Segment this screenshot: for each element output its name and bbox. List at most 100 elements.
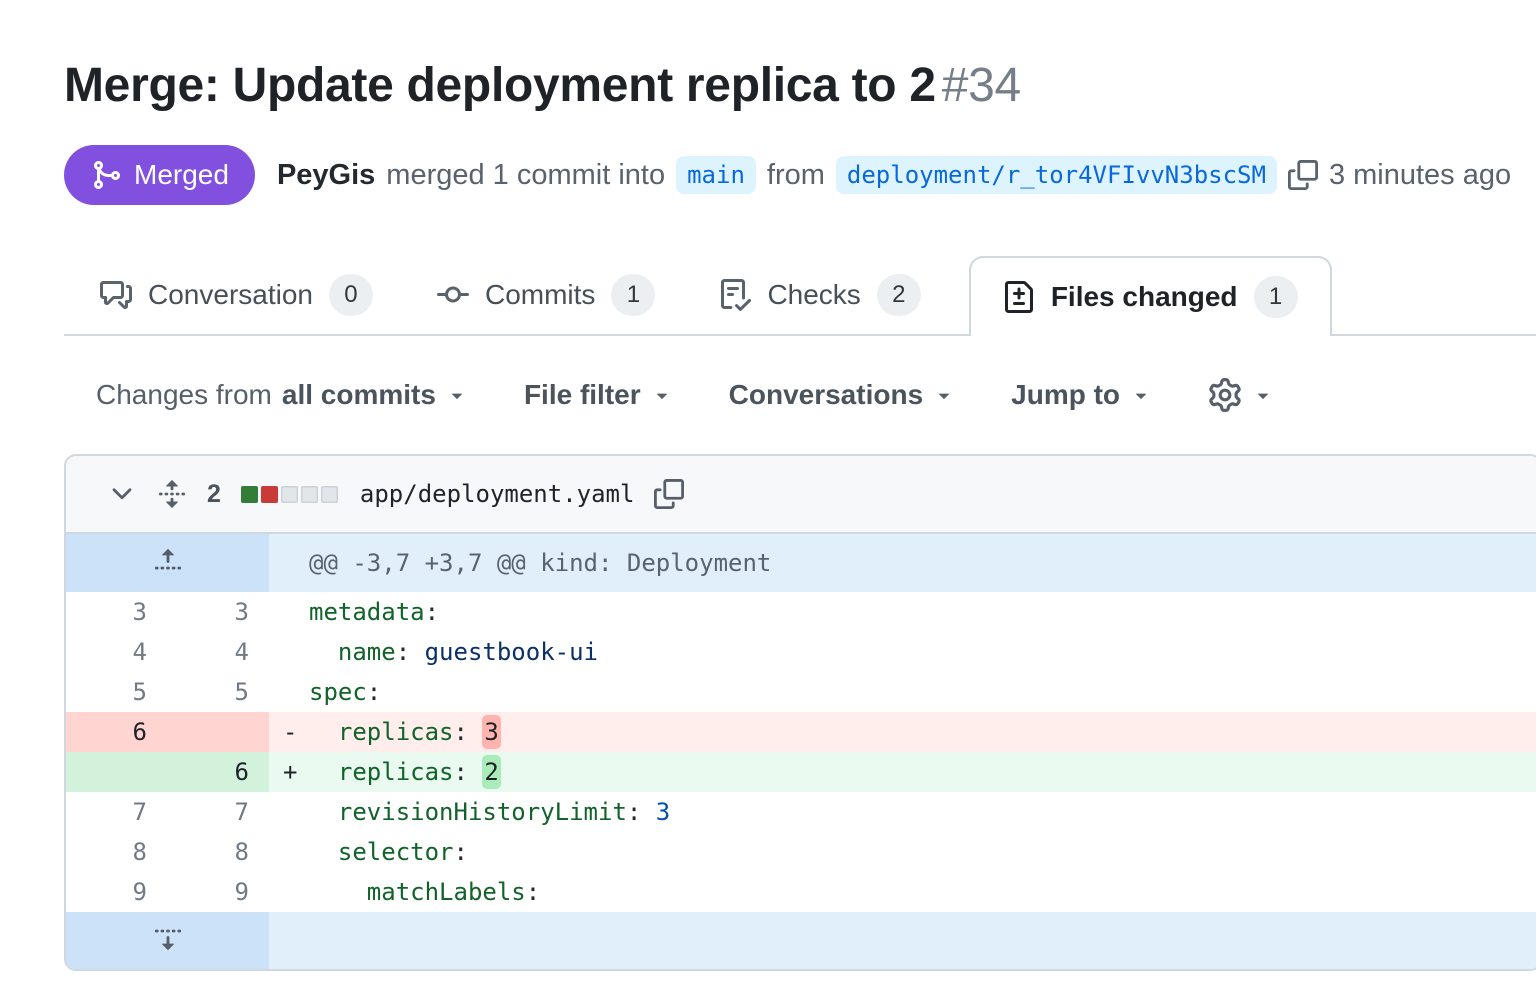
new-line-number[interactable]: 3 [167, 592, 269, 632]
diff-hunk-row: @@ -3,7 +3,7 @@ kind: Deployment [66, 534, 1536, 592]
comment-discussion-icon [100, 279, 132, 311]
copy-file-path-button[interactable] [654, 479, 684, 509]
old-line-number[interactable]: 3 [66, 592, 167, 632]
changes-from-dropdown[interactable]: Changes from all commits [96, 379, 468, 411]
triangle-down-icon [1252, 384, 1274, 406]
triangle-down-icon [933, 384, 955, 406]
new-line-number[interactable]: 9 [167, 872, 269, 912]
code-line: selector: [269, 832, 1536, 872]
fold-up-icon [153, 546, 183, 576]
base-branch-ref: main [676, 156, 756, 194]
new-line-number[interactable]: 8 [167, 832, 269, 872]
jump-to-label: Jump to [1011, 379, 1120, 411]
pr-tab-bar: Conversation 0 Commits 1 Checks 2 Files … [64, 256, 1536, 336]
byline-text: PeyGis merged 1 commit into main from de… [277, 156, 1511, 194]
diff-context-row: 55spec: [66, 672, 1536, 712]
tab-checks[interactable]: Checks 2 [703, 256, 936, 334]
code-line: spec: [269, 672, 1536, 712]
git-merge-icon [90, 159, 122, 191]
fold-down-icon [153, 923, 183, 953]
author-link[interactable]: PeyGis [277, 159, 375, 192]
pr-number: #34 [942, 59, 1021, 112]
new-line-number[interactable]: 5 [167, 672, 269, 712]
code-line: matchLabels: [269, 872, 1536, 912]
diff-addition-row: 6+ replicas: 2 [66, 752, 1536, 792]
git-commit-icon [437, 279, 469, 311]
tab-label: Commits [485, 279, 595, 311]
tab-counter: 1 [1254, 276, 1298, 318]
changes-from-value: all commits [282, 379, 436, 411]
page-title: Merge: Update deployment replica to 2#34 [64, 54, 1536, 118]
diff-expand-row [66, 912, 1536, 969]
new-line-number[interactable]: 7 [167, 792, 269, 832]
diff-sign: + [283, 758, 309, 786]
collapse-file-button[interactable] [107, 479, 137, 509]
old-line-number[interactable]: 7 [66, 792, 167, 832]
pr-state-badge: Merged [64, 145, 255, 205]
from-text: from [767, 159, 825, 192]
diff-context-row: 99 matchLabels: [66, 872, 1536, 912]
file-path: app/deployment.yaml [360, 480, 635, 508]
tab-conversation[interactable]: Conversation 0 [84, 256, 389, 334]
expand-hunks-button[interactable] [157, 479, 187, 509]
hunk-header-text: @@ -3,7 +3,7 @@ kind: Deployment [269, 534, 1536, 592]
old-line-number[interactable]: 6 [66, 712, 167, 752]
pr-state-label: Merged [134, 159, 229, 191]
diff-toolbar: Changes from all commits File filter Con… [96, 378, 1536, 412]
diff-context-row: 33metadata: [66, 592, 1536, 632]
tab-counter: 1 [611, 274, 655, 316]
code-line: + replicas: 2 [269, 752, 1536, 792]
pr-byline: Merged PeyGis merged 1 commit into main … [64, 144, 1536, 206]
diff-context-row: 44 name: guestbook-ui [66, 632, 1536, 672]
tab-counter: 0 [329, 274, 373, 316]
diffstat-addition-block [241, 486, 258, 503]
pull-request-page: Merge: Update deployment replica to 2#34… [0, 0, 1536, 971]
expand-down-button[interactable] [66, 912, 269, 969]
jump-to-dropdown[interactable]: Jump to [1011, 379, 1152, 411]
diff-file-header: 2 app/deployment.yaml [66, 456, 1536, 534]
changes-from-label: Changes from [96, 379, 272, 411]
tab-commits[interactable]: Commits 1 [421, 256, 671, 334]
new-line-number[interactable] [167, 712, 269, 752]
file-filter-label: File filter [524, 379, 641, 411]
file-filter-dropdown[interactable]: File filter [524, 379, 673, 411]
tab-files-changed[interactable]: Files changed 1 [969, 256, 1332, 336]
tab-label: Files changed [1051, 281, 1238, 313]
old-line-number[interactable]: 4 [66, 632, 167, 672]
merge-action-text: merged 1 commit into [386, 159, 665, 192]
new-line-number[interactable]: 6 [167, 752, 269, 792]
expand-up-button[interactable] [66, 534, 269, 592]
chevron-down-icon [107, 479, 137, 509]
conversations-dropdown[interactable]: Conversations [729, 379, 956, 411]
code-line: revisionHistoryLimit: 3 [269, 792, 1536, 832]
diff-context-row: 77 revisionHistoryLimit: 3 [66, 792, 1536, 832]
head-branch-ref: deployment/r_tor4VFIvvN3bscSM [836, 156, 1277, 194]
old-line-number[interactable] [66, 752, 167, 792]
triangle-down-icon [446, 384, 468, 406]
merged-timestamp: 3 minutes ago [1329, 159, 1511, 192]
tab-counter: 2 [877, 274, 921, 316]
checklist-icon [719, 279, 751, 311]
diff-sign: - [283, 718, 309, 746]
tab-label: Checks [767, 279, 860, 311]
old-line-number[interactable]: 5 [66, 672, 167, 712]
diff-settings-dropdown[interactable] [1208, 378, 1274, 412]
diff-context-row: 88 selector: [66, 832, 1536, 872]
gear-icon [1208, 378, 1242, 412]
triangle-down-icon [651, 384, 673, 406]
diffstat-neutral-block [321, 486, 338, 503]
changed-lines-count: 2 [207, 480, 221, 509]
diff-deletion-row: 6 - replicas: 3 [66, 712, 1536, 752]
copy-icon [654, 479, 684, 509]
pr-title-text: Merge: Update deployment replica to 2 [64, 59, 936, 112]
diffstat-neutral-block [281, 486, 298, 503]
diff-file-card: 2 app/deployment.yaml @@ -3,7 +3,7 @@ ki… [64, 454, 1536, 971]
old-line-number[interactable]: 9 [66, 872, 167, 912]
code-line: name: guestbook-ui [269, 632, 1536, 672]
file-diff-icon [1003, 281, 1035, 313]
copy-branch-button[interactable] [1288, 160, 1318, 190]
old-line-number[interactable]: 8 [66, 832, 167, 872]
code-line: - replicas: 3 [269, 712, 1536, 752]
diffstat-neutral-block [301, 486, 318, 503]
new-line-number[interactable]: 4 [167, 632, 269, 672]
